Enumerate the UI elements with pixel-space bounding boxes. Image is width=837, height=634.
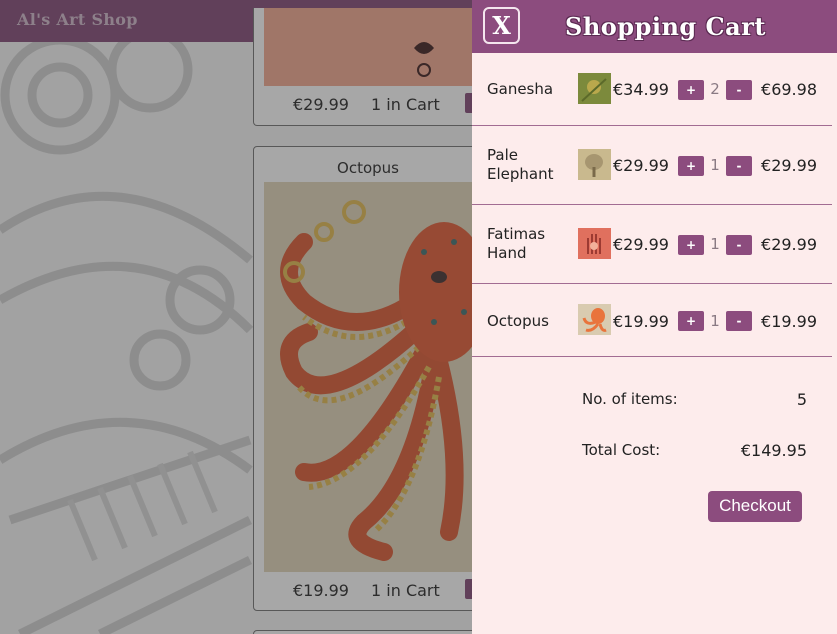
product-artwork (414, 42, 434, 77)
product-image (264, 8, 479, 86)
product-card: €29.99 1 in Cart (253, 8, 483, 126)
cart-item-pale-elephant: Pale Elephant €29.99 + 1 - €29.99 (472, 126, 832, 205)
item-count-label: No. of items: (582, 390, 678, 408)
cart-item-name: Fatimas Hand (487, 225, 546, 262)
cart-item-name: Pale Elephant (487, 146, 554, 183)
cart-item-ganesha: Ganesha €34.99 + 2 - €69.98 (472, 53, 832, 126)
cart-item-quantity: 1 (710, 235, 720, 253)
cart-header: X Shopping Cart (472, 0, 837, 53)
cart-item-total: €29.99 (761, 235, 817, 254)
cart-item-name: Octopus (487, 312, 549, 330)
elephant-thumbnail (578, 149, 611, 180)
ganesha-thumbnail (578, 73, 611, 104)
hand-thumbnail (578, 228, 611, 259)
total-cost-label: Total Cost: (582, 441, 661, 459)
product-price: €29.99 (293, 95, 349, 114)
cart-item-quantity: 1 (710, 156, 720, 174)
cart-item-name: Ganesha (487, 80, 554, 98)
cart-item-quantity: 1 (710, 312, 720, 330)
product-image (264, 182, 479, 572)
product-in-cart: 1 in Cart (371, 581, 440, 600)
product-card: Octopus €19.99 1 in Cart (253, 146, 483, 611)
octopus-artwork (264, 182, 479, 572)
increase-quantity-button[interactable]: + (678, 235, 704, 255)
total-cost-value: €149.95 (740, 441, 807, 460)
increase-quantity-button[interactable]: + (678, 80, 704, 100)
increase-quantity-button[interactable]: + (678, 156, 704, 176)
shop-brand[interactable]: Al's Art Shop (17, 10, 138, 29)
cart-item-octopus: Octopus €19.99 + 1 - €19.99 (472, 284, 832, 357)
checkout-button[interactable]: Checkout (708, 491, 802, 522)
cart-item-price: €19.99 (613, 312, 669, 331)
cart-item-price: €29.99 (613, 156, 669, 175)
product-title: Octopus (337, 159, 399, 177)
cart-title: Shopping Cart (565, 12, 766, 41)
close-cart-button[interactable]: X (483, 7, 520, 44)
octopus-thumbnail (578, 304, 611, 335)
cart-item-total: €19.99 (761, 312, 817, 331)
shopping-cart-panel: X Shopping Cart Ganesha €34.99 + 2 - €69… (472, 0, 837, 634)
cart-item-total: €29.99 (761, 156, 817, 175)
cart-item-total: €69.98 (761, 80, 817, 99)
cart-item-price: €29.99 (613, 235, 669, 254)
cart-item-price: €34.99 (613, 80, 669, 99)
cart-item-fatimas-hand: Fatimas Hand €29.99 + 1 - €29.99 (472, 205, 832, 284)
increase-quantity-button[interactable]: + (678, 311, 704, 331)
item-count-value: 5 (796, 390, 807, 409)
product-price: €19.99 (293, 581, 349, 600)
product-card (253, 630, 483, 634)
product-in-cart: 1 in Cart (371, 95, 440, 114)
cart-item-quantity: 2 (710, 80, 720, 98)
